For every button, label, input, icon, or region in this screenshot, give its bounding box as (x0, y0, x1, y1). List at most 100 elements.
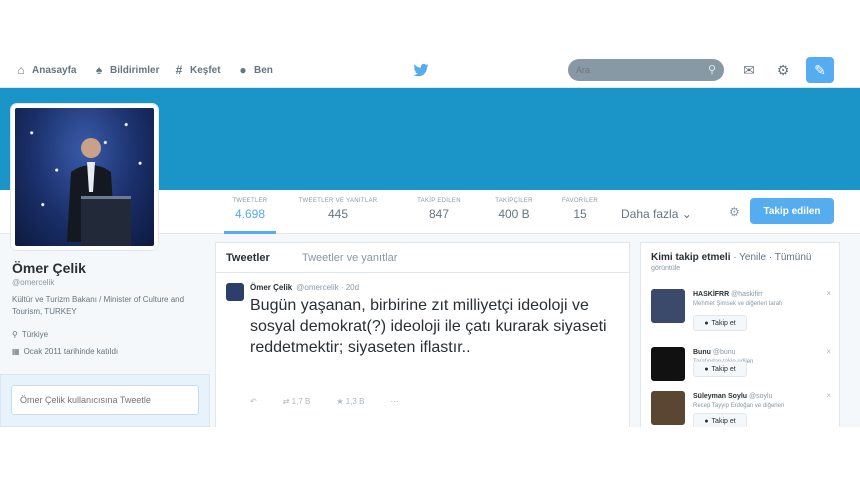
wtf-follow-button[interactable]: ● Takip et (693, 315, 747, 331)
star-icon: ★ (336, 397, 344, 406)
nav-home-label: Anasayfa (32, 64, 77, 76)
more-options-icon[interactable]: ⋯ (390, 397, 398, 406)
profile-handle[interactable]: @omercelik (12, 278, 54, 287)
wtf-follow-button[interactable]: ● Takip et (693, 413, 747, 427)
bell-icon: ♠ (95, 63, 103, 77)
home-icon: ⌂ (17, 63, 25, 77)
profile-name: Ömer Çelik (12, 260, 86, 276)
search-input[interactable] (576, 62, 696, 78)
more-dropdown[interactable]: Daha fazla ⌄ (621, 207, 692, 221)
wtf-item: HASKİFRR @haskifirr Mehmet Şimsek ve diğ… (651, 289, 831, 347)
gear-icon[interactable]: ⚙ (774, 61, 792, 79)
favorite-action[interactable]: ★ 1,3 B (336, 397, 364, 406)
chevron-down-icon: ⌄ (681, 207, 692, 221)
wtf-follow-label: Takip et (711, 365, 736, 373)
search-bar[interactable]: ⚲ (568, 59, 724, 81)
nav-home[interactable]: ⌂ Anasayfa (14, 61, 76, 79)
wtf-item: Süleyman Soylu @soylu Recep Tayyip Erdoğ… (651, 391, 831, 427)
messages-icon[interactable]: ✉ (740, 61, 758, 79)
wtf-name[interactable]: HASKİFRR @haskifirr (693, 291, 763, 298)
tweet-avatar[interactable] (226, 283, 244, 301)
wtf-name-text: HASKİFRR (693, 291, 730, 298)
wtf-name-text: Süleyman Soylu (693, 393, 748, 400)
tweet-to-input[interactable] (11, 385, 199, 415)
wtf-view-all-link[interactable]: görüntüle (651, 265, 680, 272)
reply-icon[interactable]: ↶ (250, 397, 257, 406)
stat-tweets[interactable]: TWEETLER 4.698 (224, 198, 276, 234)
wtf-avatar[interactable] (651, 391, 685, 425)
retweet-icon: ⇄ (282, 397, 290, 406)
wtf-name[interactable]: Süleyman Soylu @soylu (693, 393, 772, 400)
stat-favorites[interactable]: FAVORİLER 15 (556, 198, 604, 230)
who-to-follow: Kimi takip etmeli · Yenile · Tümünü görü… (640, 242, 840, 427)
tweet-author-handle[interactable]: @omercelik · 20d (296, 283, 359, 292)
hashtag-icon: # (175, 63, 183, 77)
location-pin-icon: ⚲ (12, 330, 18, 339)
wtf-handle: @bunu (712, 349, 736, 356)
wtf-handle: @soylu (749, 393, 773, 400)
nav-notifications-label: Bildirimler (110, 64, 160, 76)
wtf-context: Mehmet Şimsek ve diğerleri tarafı (693, 301, 783, 307)
dismiss-icon[interactable]: × (826, 347, 831, 356)
twitter-bird-icon[interactable] (412, 61, 430, 79)
profile-joined: ▦ Ocak 2011 tarihinde katıldı (12, 347, 118, 356)
tab-tweets-replies[interactable]: Tweetler ve yanıtlar (302, 252, 397, 264)
stat-favorites-value: 15 (573, 207, 587, 221)
more-label: Daha fazla (621, 207, 679, 221)
tweet-header: Ömer Çelik @omercelik · 20d (250, 283, 359, 292)
retweet-count: 1,7 B (291, 397, 311, 406)
timeline-tabs: Tweetler Tweetler ve yanıtlar (216, 243, 629, 273)
profile-location-text: Türkiye (21, 330, 49, 339)
stat-following-value: 847 (428, 207, 450, 221)
profile-gear-icon[interactable]: ⚙ (729, 205, 740, 219)
compose-icon: ✎ (814, 61, 826, 78)
stat-tweets-label: TWEETLER (232, 198, 268, 204)
browser-viewport: ⌂ Anasayfa ♠ Bildirimler # Keşfet ● Ben … (0, 52, 860, 427)
compose-tweet-button[interactable]: ✎ (806, 57, 834, 83)
timeline: Tweetler Tweetler ve yanıtlar Ömer Çelik… (215, 242, 630, 427)
profile-location: ⚲ Türkiye (12, 330, 48, 339)
nav-me[interactable]: ● Ben (236, 61, 273, 79)
nav-notifications[interactable]: ♠ Bildirimler (92, 61, 160, 79)
tab-tweets[interactable]: Tweetler (226, 252, 270, 264)
tweet-to-box (0, 374, 210, 427)
wtf-follow-label: Takip et (711, 417, 736, 425)
tweet-item[interactable]: Ömer Çelik @omercelik · 20d Bugün yaşana… (216, 273, 629, 427)
wtf-title-text: Kimi takip etmeli (651, 252, 731, 263)
wtf-follow-button[interactable]: ● Takip et (693, 361, 747, 377)
stat-replies-label: TWEETLER VE YANITLAR (298, 198, 378, 204)
favorite-count: 1,3 B (345, 397, 365, 406)
retweet-action[interactable]: ⇄ 1,7 B (283, 397, 311, 406)
wtf-follow-label: Takip et (711, 319, 736, 327)
stat-following[interactable]: TAKİP EDİLEN 847 (405, 198, 473, 230)
user-icon: ● (239, 63, 247, 77)
stat-followers-label: TAKİPÇİLER (495, 198, 533, 204)
stat-followers-value: 400 B (498, 207, 530, 221)
follow-user-icon: ● (704, 365, 709, 373)
wtf-title: Kimi takip etmeli · Yenile · Tümünü (651, 252, 811, 263)
wtf-avatar[interactable] (651, 289, 685, 323)
nav-me-label: Ben (254, 64, 273, 76)
calendar-icon: ▦ (12, 347, 20, 356)
profile-avatar[interactable] (11, 104, 158, 250)
wtf-handle: @haskifirr (731, 291, 763, 298)
follow-user-icon: ● (704, 319, 709, 327)
top-nav: ⌂ Anasayfa ♠ Bildirimler # Keşfet ● Ben … (0, 52, 860, 88)
follow-user-icon: ● (704, 417, 709, 425)
tweet-actions: ↶ ⇄ 1,7 B ★ 1,3 B ⋯ (250, 397, 398, 406)
stat-following-label: TAKİP EDİLEN (417, 198, 461, 204)
dismiss-icon[interactable]: × (826, 391, 831, 400)
wtf-name[interactable]: Bunu @bunu (693, 349, 736, 356)
stat-tweets-value: 4.698 (234, 207, 266, 221)
wtf-avatar[interactable] (651, 347, 685, 381)
tweet-author-name[interactable]: Ömer Çelik (250, 283, 292, 292)
stat-replies[interactable]: TWEETLER VE YANITLAR 445 (288, 198, 388, 230)
wtf-refresh-link[interactable]: · Yenile · Tümünü (733, 252, 811, 263)
search-icon[interactable]: ⚲ (708, 63, 716, 76)
nav-discover[interactable]: # Keşfet (172, 61, 221, 79)
avatar-podium (81, 196, 131, 246)
stat-followers[interactable]: TAKİPÇİLER 400 B (486, 198, 542, 230)
dismiss-icon[interactable]: × (826, 289, 831, 298)
profile-bio: Kültür ve Turizm Bakanı / Minister of Cu… (12, 295, 185, 316)
following-button[interactable]: Takip edilen (750, 198, 834, 224)
